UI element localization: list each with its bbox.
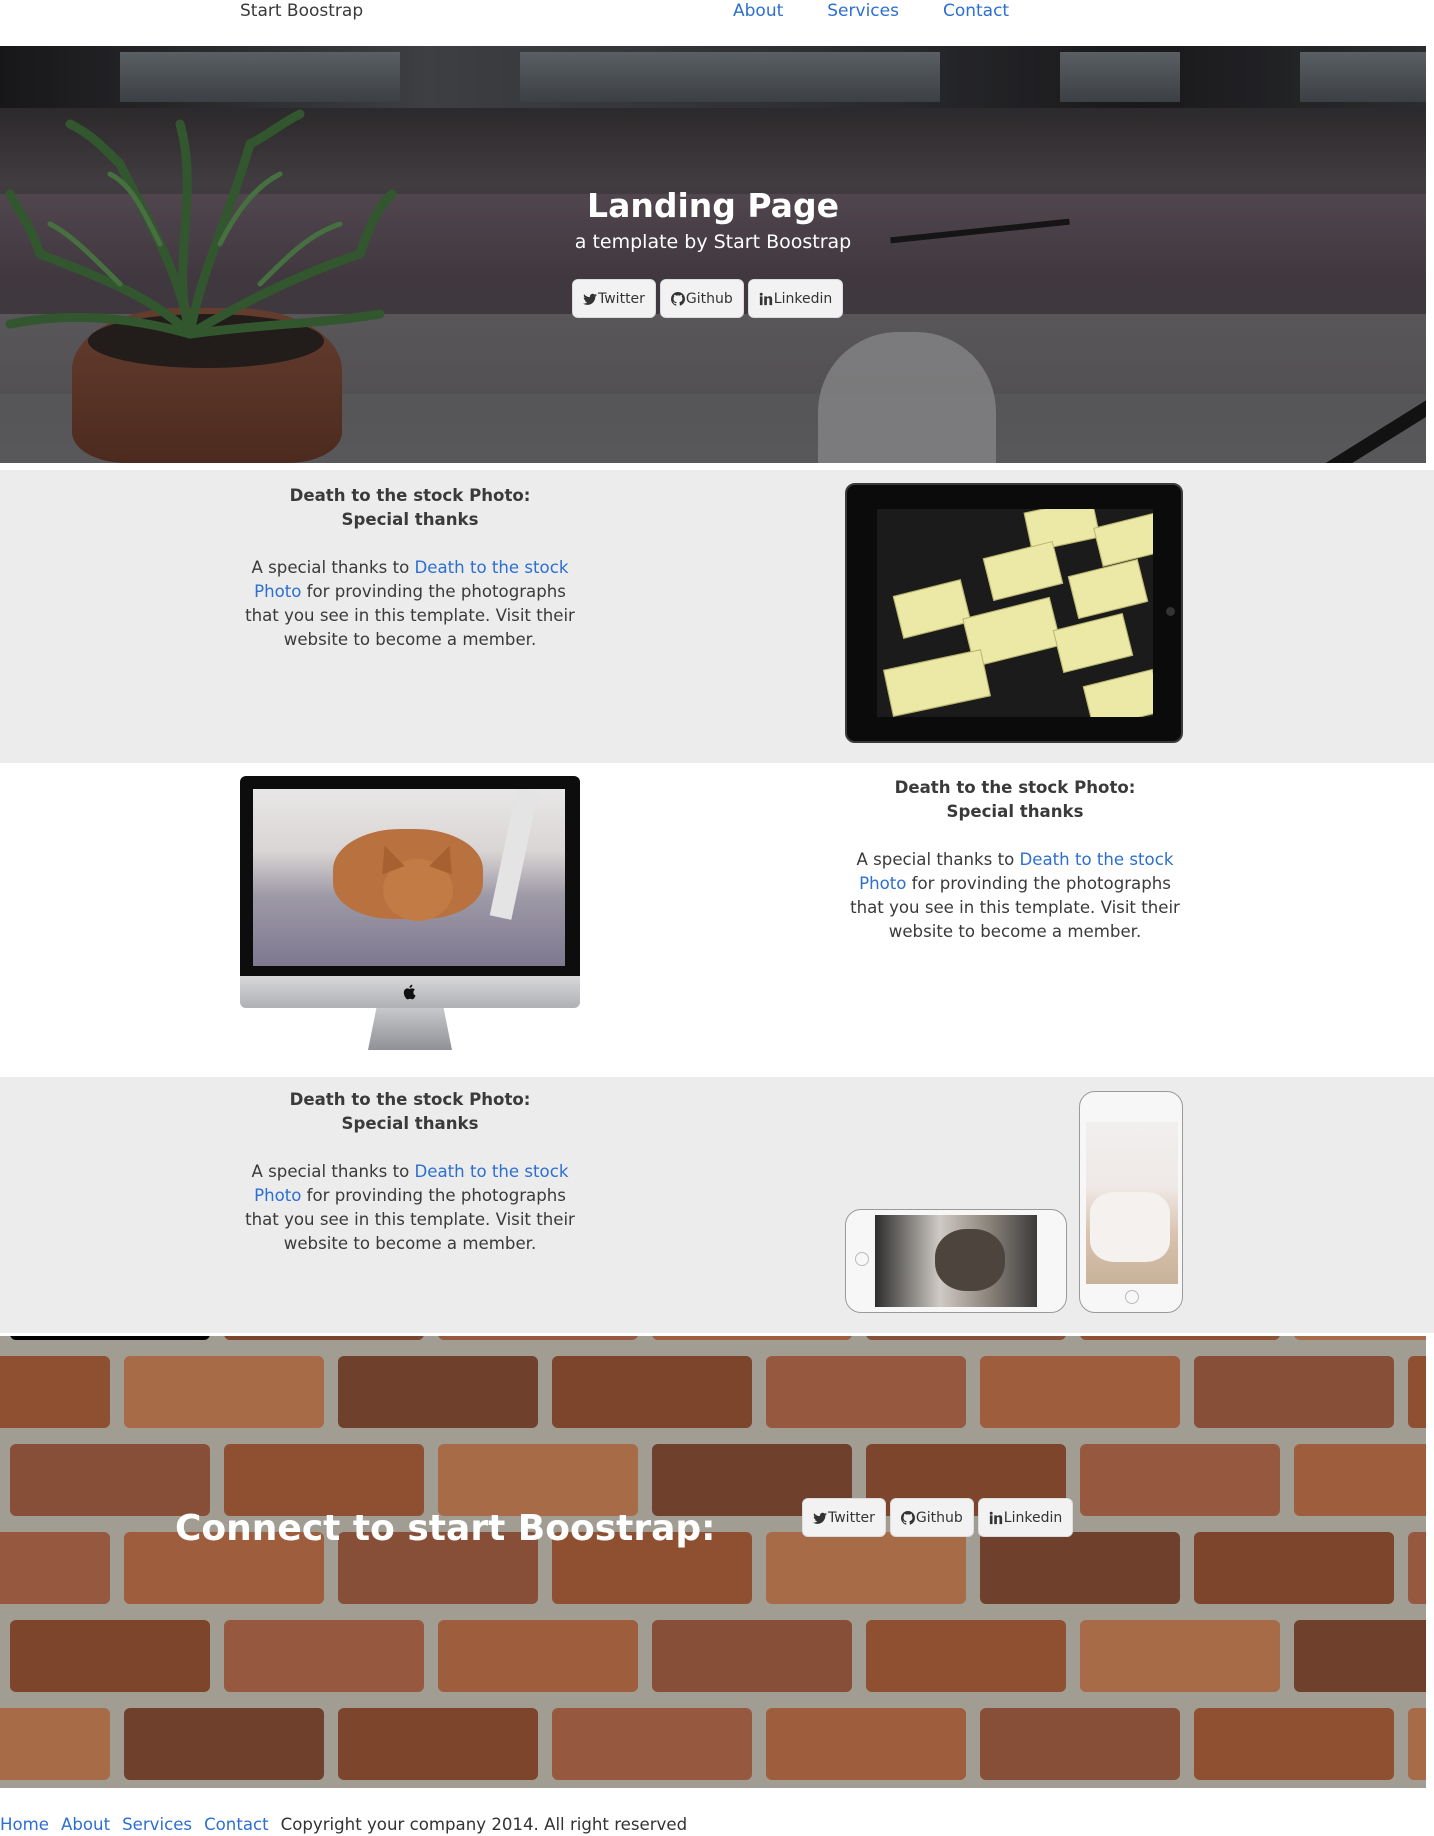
section-3-text: Death to the stock Photo: Special thanks… — [240, 1088, 580, 1256]
sticky-note — [892, 579, 972, 639]
imac-stand — [368, 1008, 452, 1050]
linkedin-icon — [759, 292, 772, 305]
sticky-note — [1067, 558, 1149, 620]
hero-twitter-button[interactable]: Twitter — [572, 279, 656, 318]
connect-linkedin-label: Linkedin — [1003, 1509, 1063, 1526]
connect-linkedin-button[interactable]: Linkedin — [977, 1498, 1074, 1537]
footer-link-services[interactable]: Services — [122, 1815, 192, 1834]
iphone-portrait-screen-photo — [1086, 1122, 1178, 1284]
section-2-heading: Death to the stock Photo: Special thanks — [845, 776, 1185, 824]
hero-dark-overlay — [0, 46, 1426, 463]
navbar-brand[interactable]: Start Boostrap — [240, 1, 363, 21]
footer-copyright: Copyright your company 2014. All right r… — [280, 1814, 688, 1834]
chair-leg-image — [489, 789, 539, 920]
section-1-text-before: A special thanks to — [251, 558, 415, 577]
connect-twitter-button[interactable]: Twitter — [802, 1498, 886, 1537]
footer-link-home[interactable]: Home — [0, 1815, 49, 1834]
section-2-text-before: A special thanks to — [856, 850, 1020, 869]
navbar-links: About Services Contact — [733, 1, 1009, 21]
section-2-text: Death to the stock Photo: Special thanks… — [845, 776, 1185, 944]
ipad-device-image — [845, 483, 1183, 743]
section-1-text: Death to the stock Photo: Special thanks… — [240, 484, 580, 652]
hero-section: Landing Page a template by Start Boostra… — [0, 46, 1426, 463]
connect-github-label: Github — [915, 1509, 963, 1526]
imac-device-image — [240, 776, 580, 1056]
iphone-home-button — [855, 1252, 869, 1266]
section-1-paragraph: A special thanks to Death to the stock P… — [240, 556, 580, 652]
hero-linkedin-button[interactable]: Linkedin — [747, 279, 844, 318]
footer-link-about[interactable]: About — [61, 1815, 110, 1834]
apple-logo-icon — [403, 984, 416, 1000]
connect-social-buttons: Twitter Github Linkedin — [802, 1498, 1074, 1537]
sticky-note — [1093, 511, 1153, 567]
section-3-paragraph: A special thanks to Death to the stock P… — [240, 1160, 580, 1256]
imac-screen-photo — [253, 789, 565, 966]
hero-title: Landing Page — [587, 186, 839, 225]
hero-twitter-label: Twitter — [598, 290, 645, 307]
connect-dark-overlay — [0, 1336, 1426, 1788]
section-1-heading-line1: Death to the stock Photo: — [289, 486, 531, 505]
ipad-home-button — [1166, 607, 1175, 616]
ipad-screen-photo — [877, 509, 1153, 717]
nav-link-services[interactable]: Services — [827, 1, 899, 21]
twitter-icon — [583, 293, 597, 305]
imac-chin — [240, 976, 580, 1008]
sticky-note — [883, 649, 991, 717]
hero-github-label: Github — [685, 290, 733, 307]
pillow-image — [1090, 1192, 1170, 1262]
connect-github-button[interactable]: Github — [889, 1498, 974, 1537]
hero-github-button[interactable]: Github — [659, 279, 744, 318]
hero-social-buttons: Twitter Github Linkedin — [572, 279, 844, 318]
hero-subtitle: a template by Start Boostrap — [574, 231, 852, 253]
iphone-home-button — [1125, 1290, 1139, 1304]
section-2-heading-line2: Special thanks — [946, 802, 1084, 821]
footer-link-contact[interactable]: Contact — [204, 1815, 269, 1834]
nav-link-about[interactable]: About — [733, 1, 783, 21]
connect-section: Connect to start Boostrap: Twitter Githu… — [0, 1336, 1426, 1788]
iphone-landscape-screen-photo — [875, 1215, 1037, 1307]
iphone-landscape-image — [845, 1209, 1067, 1313]
sticky-note — [1082, 668, 1153, 717]
navbar: Start Boostrap About Services Contact — [0, 0, 1434, 46]
section-3-text-before: A special thanks to — [251, 1162, 415, 1181]
section-3-heading-line2: Special thanks — [341, 1114, 479, 1133]
connect-twitter-label: Twitter — [828, 1509, 875, 1526]
twitter-icon — [813, 1512, 827, 1524]
imac-bezel — [240, 776, 580, 976]
hero-linkedin-label: Linkedin — [773, 290, 833, 307]
github-icon — [670, 291, 685, 306]
section-2-heading-line1: Death to the stock Photo: — [894, 778, 1136, 797]
connect-title: Connect to start Boostrap: — [175, 1508, 716, 1549]
footer: Home About Services Contact Copyright yo… — [0, 1812, 1434, 1836]
content-section-2: Death to the stock Photo: Special thanks… — [0, 763, 1434, 1077]
nav-link-contact[interactable]: Contact — [943, 1, 1009, 21]
sticky-note — [1052, 612, 1134, 674]
iphone-portrait-image — [1079, 1091, 1183, 1313]
linkedin-icon — [989, 1511, 1002, 1524]
section-3-heading: Death to the stock Photo: Special thanks — [240, 1088, 580, 1136]
shaggy-dog-image — [935, 1229, 1005, 1291]
github-icon — [900, 1510, 915, 1525]
content-section-1: Death to the stock Photo: Special thanks… — [0, 470, 1434, 763]
section-1-heading-line2: Special thanks — [341, 510, 479, 529]
content-section-3: Death to the stock Photo: Special thanks… — [0, 1077, 1434, 1333]
section-3-heading-line1: Death to the stock Photo: — [289, 1090, 531, 1109]
section-2-paragraph: A special thanks to Death to the stock P… — [845, 848, 1185, 944]
sticky-note — [982, 540, 1064, 602]
section-1-heading: Death to the stock Photo: Special thanks — [240, 484, 580, 532]
